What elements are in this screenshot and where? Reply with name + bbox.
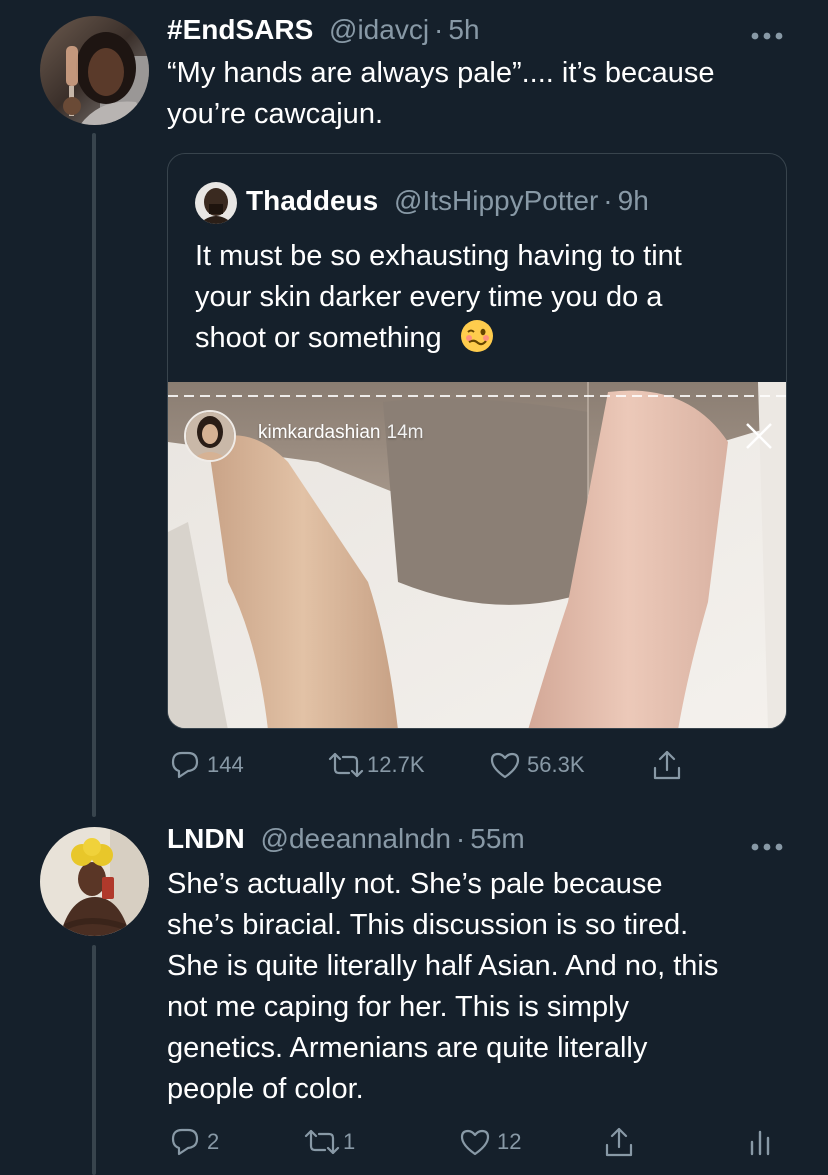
- story-time: 14m: [386, 422, 424, 443]
- reply-icon: [169, 1126, 201, 1158]
- tweet-header: #EndSARS @idavcj · 5h: [167, 13, 480, 47]
- quote-display-name: Thaddeus: [246, 185, 379, 216]
- retweet-button[interactable]: 12.7K: [327, 745, 425, 785]
- tweet-text-line: “My hands are always pale”.... it’s beca…: [167, 57, 715, 89]
- thread-connector: [92, 945, 96, 1175]
- tweet-header: LNDN @deeannalndn · 55m: [167, 822, 525, 856]
- tweet-text-line: you’re cawcajun.: [167, 98, 383, 130]
- handle[interactable]: @deeannalndn: [261, 823, 451, 854]
- quote-timestamp: 9h: [617, 185, 649, 216]
- tweet-actions: 2 1 12: [167, 1122, 787, 1162]
- timestamp[interactable]: 5h: [448, 14, 479, 45]
- retweet-count: 1: [343, 1129, 356, 1154]
- share-icon: [603, 1125, 635, 1159]
- tweet-text: She’s actually not. She’s pale because s…: [167, 864, 718, 1110]
- share-button[interactable]: [603, 1122, 635, 1162]
- tweet-text: “My hands are always pale”.... it’s beca…: [167, 53, 715, 135]
- retweet-icon: [303, 1126, 341, 1158]
- story-username-text: kimkardashian: [258, 422, 381, 443]
- close-icon: [743, 420, 775, 452]
- reply-count: 144: [207, 752, 244, 777]
- separator: ·: [434, 14, 444, 45]
- reply-icon: [169, 749, 201, 781]
- quote-text-line: your skin darker every time you do a: [195, 281, 663, 313]
- thread-connector: [92, 133, 96, 817]
- display-name[interactable]: #EndSARS: [167, 14, 313, 45]
- quote-text-line: It must be so exhausting having to tint: [195, 240, 682, 272]
- quote-text: It must be so exhausting having to tint …: [195, 236, 682, 365]
- retweet-icon: [327, 749, 365, 781]
- woozy-face-icon: [460, 319, 494, 365]
- story-username: kimkardashian 14m: [258, 422, 423, 444]
- quote-text-line: shoot or something: [195, 322, 442, 354]
- like-icon: [459, 1126, 491, 1158]
- like-count: 56.3K: [527, 752, 585, 777]
- tweet-text-line: genetics. Armenians are quite literally: [167, 1032, 648, 1064]
- tweet-text-line: not me caping for her. This is simply: [167, 991, 630, 1023]
- share-button[interactable]: [651, 745, 683, 785]
- like-button[interactable]: 56.3K: [489, 745, 585, 785]
- display-name[interactable]: LNDN: [167, 823, 245, 854]
- reply-button[interactable]: 144: [169, 745, 244, 785]
- like-button[interactable]: 12: [459, 1122, 521, 1162]
- like-count: 12: [497, 1129, 522, 1154]
- quote-handle: @ItsHippyPotter: [394, 185, 599, 216]
- story-avatar: [184, 410, 236, 462]
- quote-header: Thaddeus @ItsHippyPotter · 9h: [246, 184, 649, 218]
- share-icon: [651, 748, 683, 782]
- avatar-lndn[interactable]: [40, 827, 149, 936]
- timestamp[interactable]: 55m: [470, 823, 524, 854]
- tweet-text-line: she’s biracial. This discussion is so ti…: [167, 909, 689, 941]
- like-icon: [489, 749, 521, 781]
- tweet-actions: 144 12.7K 56.3K: [167, 745, 787, 785]
- tweet-text-line: She is quite literally half Asian. And n…: [167, 950, 719, 982]
- quoted-tweet[interactable]: Thaddeus @ItsHippyPotter · 9h It must be s…: [167, 153, 787, 729]
- retweet-count: 12.7K: [367, 752, 425, 777]
- more-icon[interactable]: [750, 833, 784, 853]
- avatar-endsars[interactable]: [40, 16, 149, 125]
- separator: ·: [455, 823, 466, 854]
- reply-count: 2: [207, 1129, 220, 1154]
- tweet-text-line: She’s actually not. She’s pale because: [167, 868, 663, 900]
- avatar-thaddeus: [195, 182, 237, 224]
- retweet-button[interactable]: 1: [303, 1122, 355, 1162]
- tweet-text-line: people of color.: [167, 1073, 364, 1105]
- analytics-icon: [747, 1126, 773, 1158]
- more-icon[interactable]: [750, 22, 784, 42]
- reply-button[interactable]: 2: [169, 1122, 219, 1162]
- handle[interactable]: @idavcj: [329, 14, 429, 45]
- analytics-button[interactable]: [747, 1122, 773, 1162]
- separator: ·: [603, 185, 613, 216]
- quoted-media-image[interactable]: kimkardashian 14m: [168, 382, 786, 728]
